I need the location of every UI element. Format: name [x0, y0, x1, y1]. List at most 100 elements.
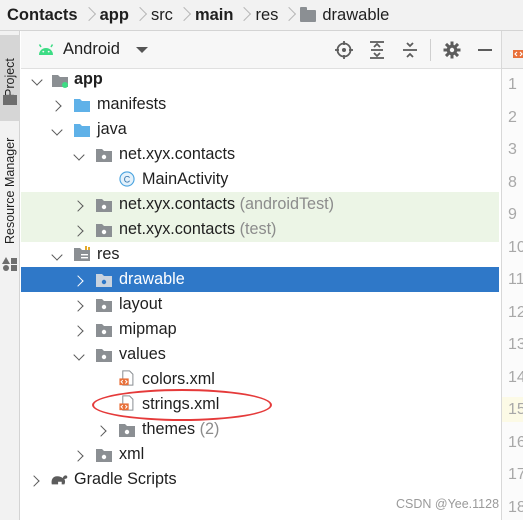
resource-manager-label: Resource Manager — [3, 137, 17, 245]
source-set-suffix: (test) — [239, 220, 277, 238]
chevron-right-icon[interactable] — [73, 274, 85, 286]
class-icon: C — [119, 171, 135, 187]
chevron-down-icon[interactable] — [73, 351, 85, 363]
chevron-right-icon[interactable] — [29, 474, 41, 486]
chevron-down-icon[interactable] — [31, 76, 43, 88]
item-count: (2) — [199, 420, 220, 438]
line-number: 15 — [508, 401, 523, 418]
chevron-right-icon[interactable] — [73, 324, 85, 336]
chevron-right-icon — [132, 0, 148, 30]
tree-item-label: drawable — [119, 270, 185, 288]
expand-all-icon — [369, 41, 384, 59]
breadcrumb-src[interactable]: src — [151, 6, 173, 25]
chevron-right-icon[interactable] — [73, 224, 85, 236]
chevron-right-icon — [236, 0, 252, 30]
tree-item-label: layout — [119, 295, 163, 313]
chevron-right-icon — [81, 0, 97, 30]
breadcrumb-drawable[interactable]: drawable — [322, 6, 389, 25]
breadcrumb-contacts[interactable]: Contacts — [7, 6, 78, 25]
breadcrumb-main[interactable]: main — [195, 6, 234, 25]
module-folder-icon — [52, 75, 68, 88]
line-number: 12 — [508, 303, 523, 321]
tree-item-package-androidtest[interactable]: net.xyx.contacts (androidTest) — [21, 192, 499, 217]
hide-panel-button[interactable] — [468, 31, 501, 69]
tree-item-label: net.xyx.contacts — [119, 195, 236, 213]
settings-button[interactable] — [435, 31, 468, 69]
folder-icon — [3, 95, 17, 105]
breadcrumb-app[interactable]: app — [100, 6, 129, 25]
folder-icon — [96, 449, 112, 462]
expand-all-button[interactable] — [360, 31, 393, 69]
tree-item-mipmap[interactable]: mipmap — [21, 317, 499, 342]
tree-item-label: res — [97, 245, 120, 263]
breadcrumb: Contacts app src main res drawable — [0, 0, 523, 31]
folder-icon — [74, 99, 90, 112]
chevron-right-icon[interactable] — [73, 449, 85, 461]
minimize-icon — [477, 49, 492, 51]
folder-icon — [96, 299, 112, 312]
select-opened-file-button[interactable] — [327, 31, 360, 69]
tree-item-drawable[interactable]: drawable — [21, 267, 499, 292]
highlight-ellipse — [92, 389, 272, 421]
tree-item-label: themes — [142, 420, 196, 438]
tree-item-label: manifests — [97, 95, 167, 113]
shapes-icon — [2, 257, 17, 271]
breadcrumb-res[interactable]: res — [255, 6, 278, 25]
tree-item-layout[interactable]: layout — [21, 292, 499, 317]
chevron-right-icon[interactable] — [51, 99, 63, 111]
tree-item-colors-xml[interactable]: colors.xml — [21, 367, 499, 392]
resource-folder-icon — [74, 246, 90, 261]
line-number: 9 — [508, 206, 517, 223]
chevron-down-icon[interactable] — [51, 251, 63, 263]
chevron-right-icon[interactable] — [96, 424, 108, 436]
tree-item-label: net.xyx.contacts — [119, 145, 236, 163]
chevron-down-icon[interactable] — [73, 151, 85, 163]
folder-icon — [96, 274, 112, 287]
tree-item-package-main[interactable]: net.xyx.contacts — [21, 142, 499, 167]
collapse-all-icon — [402, 42, 417, 58]
xml-file-icon — [119, 370, 134, 386]
tree-item-xml[interactable]: xml — [21, 442, 499, 467]
editor-gutter: 1 2 3 8 9 10 11 12 13 14 15 16 17 18 — [501, 31, 523, 520]
line-number: 18 — [508, 498, 523, 516]
collapse-all-button[interactable] — [393, 31, 426, 69]
chevron-right-icon[interactable] — [73, 299, 85, 311]
package-icon — [96, 224, 112, 237]
line-number: 8 — [508, 173, 517, 191]
resource-manager-tab[interactable]: Resource Manager — [0, 127, 20, 255]
folder-icon — [300, 7, 317, 22]
line-number: 13 — [508, 336, 523, 353]
tree-item-app[interactable]: app — [21, 67, 499, 92]
folder-icon — [119, 424, 135, 437]
tree-item-package-test[interactable]: net.xyx.contacts (test) — [21, 217, 499, 242]
line-number: 2 — [508, 108, 517, 126]
tree-item-values[interactable]: values — [21, 342, 499, 367]
android-icon — [38, 43, 54, 55]
project-tool-tab[interactable]: Project — [0, 35, 20, 121]
chevron-down-icon[interactable] — [51, 126, 63, 138]
tree-item-themes[interactable]: themes (2) — [21, 417, 499, 442]
editor-tab[interactable] — [502, 31, 523, 69]
tree-item-label: net.xyx.contacts — [119, 220, 236, 238]
tree-item-manifests[interactable]: manifests — [21, 92, 499, 117]
chevron-right-icon — [176, 0, 192, 30]
tree-item-gradle-scripts[interactable]: Gradle Scripts — [21, 467, 499, 492]
view-selector-dropdown[interactable]: Android — [21, 40, 148, 59]
tree-item-label: mipmap — [119, 320, 177, 338]
tree-item-mainactivity[interactable]: C MainActivity — [21, 167, 499, 192]
tree-item-res[interactable]: res — [21, 242, 499, 267]
target-icon — [334, 41, 353, 59]
gear-icon — [443, 41, 460, 59]
chevron-right-icon — [281, 0, 297, 30]
line-number: 17 — [508, 466, 523, 483]
toolbar-actions — [327, 31, 501, 69]
chevron-right-icon[interactable] — [73, 199, 85, 211]
tree-item-label: java — [97, 120, 127, 138]
tree-item-java[interactable]: java — [21, 117, 499, 142]
tree-item-label: app — [74, 70, 103, 88]
watermark: CSDN @Yee.1128 — [396, 497, 500, 511]
line-number: 11 — [508, 271, 523, 288]
chevron-down-icon — [135, 46, 148, 53]
project-tree: app manifests java net.xyx.contacts C Ma… — [21, 67, 499, 520]
xml-file-icon — [513, 50, 523, 58]
